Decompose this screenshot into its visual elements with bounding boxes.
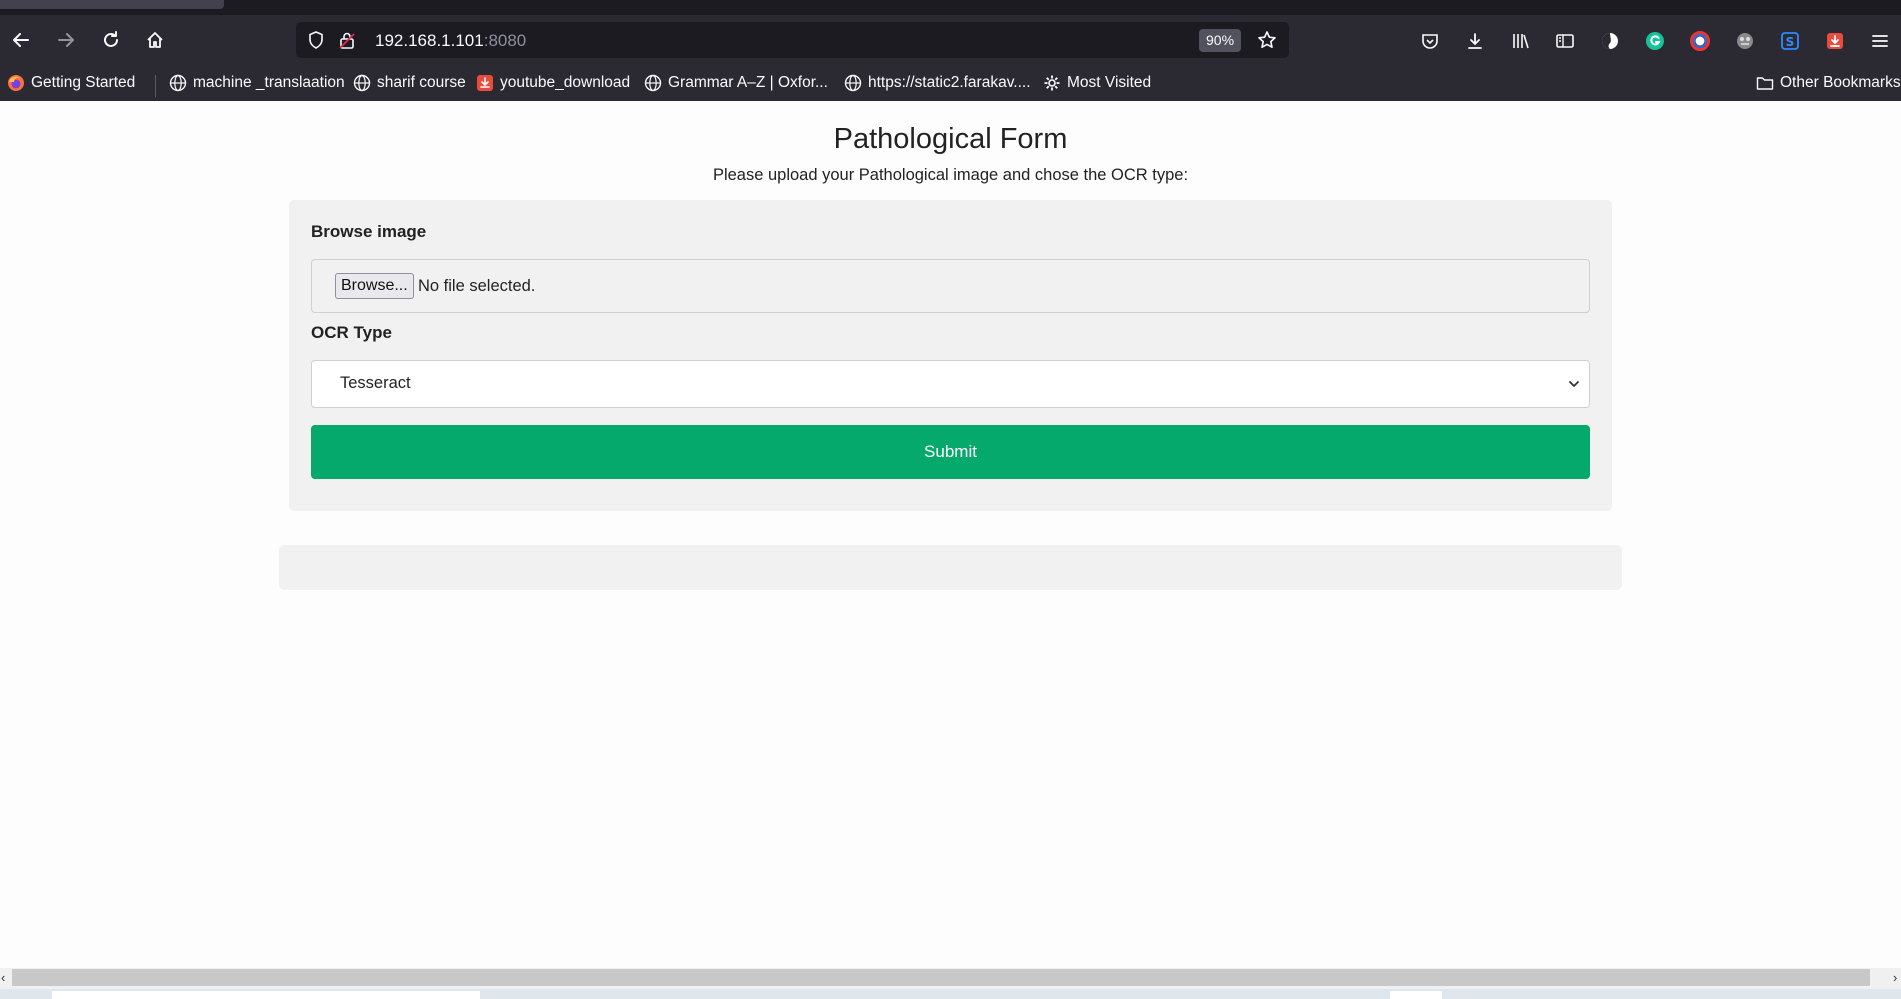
library-icon[interactable] [1508,29,1532,53]
url-port: :8080 [483,31,527,50]
bookmarks-toolbar: Getting Started machine _translaation sh… [0,65,1901,102]
bookmark-sharif-course[interactable]: sharif course [353,73,466,93]
submit-button[interactable]: Submit [311,425,1590,479]
active-tab[interactable] [0,0,224,9]
bookmark-youtube-download[interactable]: youtube_download [476,73,630,93]
browse-image-label: Browse image [311,222,427,241]
taskbar-edge [0,989,1901,999]
back-arrow-icon[interactable] [5,24,37,56]
extension-icon[interactable]: S [1778,29,1802,53]
gear-icon [1043,74,1061,92]
bookmark-grammar-a-z[interactable]: Grammar A–Z | Oxfor... [644,73,828,93]
menu-icon[interactable] [1868,29,1892,53]
download-icon[interactable] [1463,29,1487,53]
bookmark-static2-farakav[interactable]: https://static2.farakav.... [844,73,1031,93]
other-bookmarks-label: Other Bookmarks [1780,74,1901,91]
star-icon[interactable] [1256,29,1278,51]
folder-icon [1756,74,1774,92]
chevron-down-icon [1567,377,1581,391]
pocket-icon[interactable] [1418,29,1442,53]
taskbar-segment [52,991,480,999]
bookmark-label: Most Visited [1067,74,1152,91]
horizontal-scrollbar[interactable]: ‹ › [0,968,1901,989]
browse-button[interactable]: Browse... [335,273,414,299]
bookmark-label: Getting Started [31,74,136,91]
bookmark-label: https://static2.farakav.... [868,74,1031,91]
lock-icon[interactable] [337,30,357,50]
bookmark-label: Grammar A–Z | Oxfor... [668,74,828,91]
page-subtitle: Please upload your Pathological image an… [712,166,1189,184]
firefox-icon [7,74,25,92]
bookmark-separator [155,75,156,97]
bookmark-label: sharif course [377,74,466,91]
scroll-right-arrow-icon[interactable]: › [1893,969,1901,987]
bookmark-label: machine _translaation [193,74,345,91]
sidebar-icon[interactable] [1553,29,1577,53]
url-bar[interactable]: 192.168.1.101:8080 90% [296,22,1289,58]
globe-icon [169,74,187,92]
file-input[interactable]: Browse... No file selected. [311,259,1590,313]
grammarly-icon[interactable] [1643,29,1667,53]
bookmark-getting-started[interactable]: Getting Started [7,73,135,93]
scroll-left-arrow-icon[interactable]: ‹ [1,969,11,987]
url-host: 192.168.1.101 [375,31,484,50]
result-panel [279,545,1622,590]
globe-icon [644,74,662,92]
file-status-text: No file selected. [418,277,536,295]
ocr-type-label: OCR Type [311,323,392,342]
download-red-icon [476,74,494,92]
bookmark-label: youtube_download [500,74,631,91]
tab-strip [0,0,1901,15]
zoom-level-badge[interactable]: 90% [1199,29,1242,52]
bookmark-most-visited[interactable]: Most Visited [1043,73,1151,93]
download-helper-icon[interactable] [1823,29,1847,53]
home-icon[interactable] [139,24,171,56]
extension-icon[interactable] [1733,29,1757,53]
scrollbar-thumb[interactable] [12,969,1870,986]
page-content: Pathological Form Please upload your Pat… [0,101,1901,968]
navigation-toolbar: 192.168.1.101:8080 90% S [0,15,1901,65]
globe-icon [844,74,862,92]
other-bookmarks[interactable]: Other Bookmarks [1756,73,1901,93]
shield-icon[interactable] [306,30,326,50]
ocr-type-selected-value: Tesseract [340,374,411,392]
extension-icon[interactable] [1688,29,1712,53]
url-text[interactable]: 192.168.1.101:8080 [375,31,526,51]
bookmark-machine-translaation[interactable]: machine _translaation [169,73,345,93]
svg-text:S: S [1786,35,1795,49]
upload-form: Browse image Browse... No file selected.… [289,200,1612,511]
extension-icon[interactable] [1598,29,1622,53]
forward-arrow-icon[interactable] [50,24,82,56]
globe-icon [353,74,371,92]
ocr-type-select[interactable]: Tesseract [311,360,1590,408]
reload-icon[interactable] [95,24,127,56]
taskbar-segment [1390,991,1442,999]
page-title: Pathological Form [833,123,1068,155]
